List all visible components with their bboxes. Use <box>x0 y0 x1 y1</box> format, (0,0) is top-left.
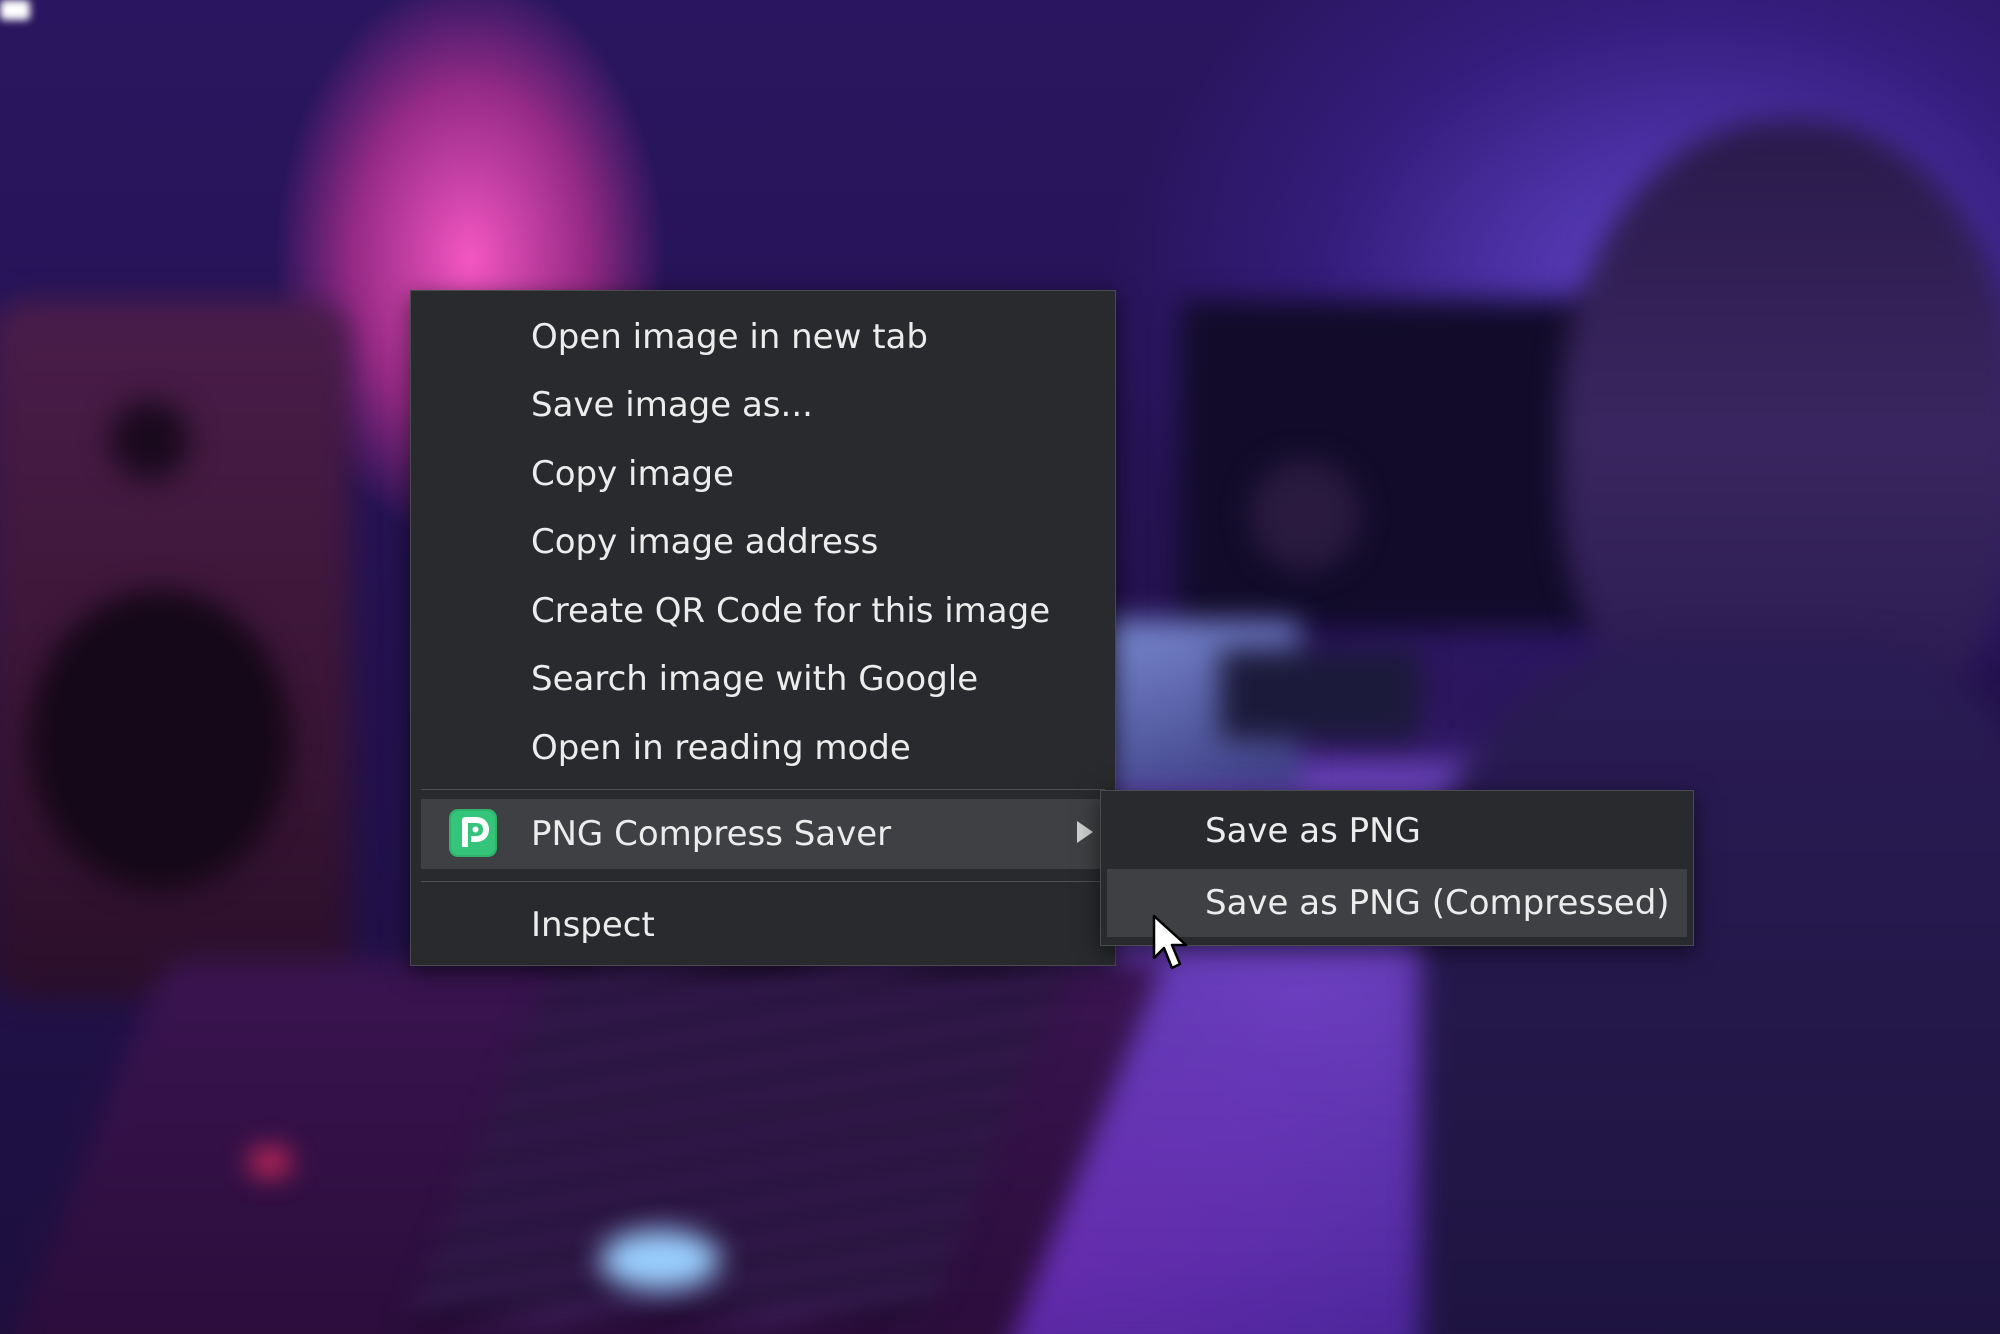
menu-separator <box>421 789 1105 790</box>
menu-item-label: Copy image <box>531 454 734 494</box>
menu-item-label: Open image in new tab <box>531 317 928 357</box>
menu-item-save-image-as[interactable]: Save image as... <box>421 371 1105 439</box>
background-monitor-led <box>0 0 30 20</box>
submenu-item-save-as-png-compressed[interactable]: Save as PNG (Compressed) <box>1107 869 1687 937</box>
background-monitor <box>1180 300 1620 630</box>
submenu-arrow-icon <box>1077 821 1093 843</box>
background-mixer <box>1220 650 1420 740</box>
menu-item-label: PNG Compress Saver <box>531 814 892 854</box>
context-menu: Open image in new tab Save image as... C… <box>410 290 1116 966</box>
background-synth-led <box>250 1150 290 1174</box>
submenu-item-label: Save as PNG <box>1205 811 1421 851</box>
menu-item-label: Create QR Code for this image <box>531 591 1051 631</box>
menu-item-create-qr-code[interactable]: Create QR Code for this image <box>421 577 1105 645</box>
menu-item-label: Inspect <box>531 905 655 945</box>
menu-separator <box>421 881 1105 882</box>
menu-item-open-image-new-tab[interactable]: Open image in new tab <box>421 303 1105 371</box>
menu-item-copy-image[interactable]: Copy image <box>421 440 1105 508</box>
screen: Open image in new tab Save image as... C… <box>0 0 2000 1334</box>
png-compress-saver-icon <box>449 809 497 857</box>
submenu-item-label: Save as PNG (Compressed) <box>1205 883 1670 923</box>
menu-item-copy-image-address[interactable]: Copy image address <box>421 508 1105 576</box>
background-speaker-woofer <box>30 590 290 890</box>
background-knob-glow <box>600 1230 720 1290</box>
mouse-pointer-icon <box>1152 914 1188 970</box>
background-speaker-right <box>1250 460 1360 570</box>
background-person-body <box>1420 640 2000 1334</box>
menu-item-search-image-google[interactable]: Search image with Google <box>421 645 1105 713</box>
submenu-item-save-as-png[interactable]: Save as PNG <box>1107 797 1687 865</box>
menu-item-label: Copy image address <box>531 522 879 562</box>
menu-item-inspect[interactable]: Inspect <box>421 891 1105 959</box>
menu-item-png-compress-saver[interactable]: PNG Compress Saver <box>421 799 1105 869</box>
menu-item-label: Save image as... <box>531 385 813 425</box>
menu-item-label: Open in reading mode <box>531 728 911 768</box>
menu-item-open-reading-mode[interactable]: Open in reading mode <box>421 714 1105 782</box>
background-speaker-tweeter <box>110 400 190 480</box>
menu-item-label: Search image with Google <box>531 659 979 699</box>
